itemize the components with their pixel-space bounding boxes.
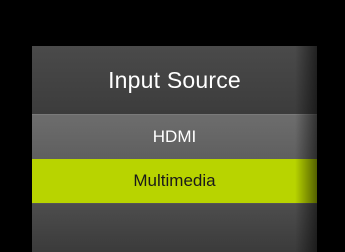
menu-item-hdmi[interactable]: HDMI bbox=[32, 114, 317, 159]
input-source-menu: Input Source HDMI Multimedia bbox=[32, 46, 317, 252]
menu-item-multimedia[interactable]: Multimedia bbox=[32, 159, 317, 203]
screen: Input Source HDMI Multimedia bbox=[0, 0, 345, 252]
menu-title: Input Source bbox=[32, 46, 317, 114]
menu-item-next[interactable] bbox=[32, 203, 317, 252]
